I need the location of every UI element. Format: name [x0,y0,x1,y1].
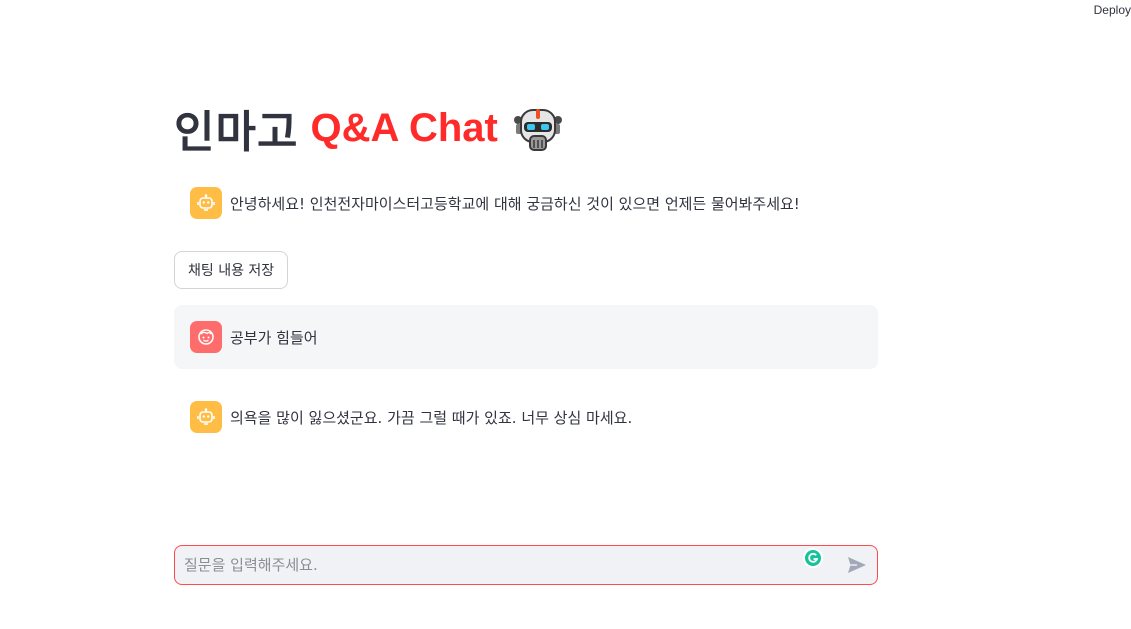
save-chat-button[interactable]: 채팅 내용 저장 [174,251,289,289]
chat-input-container [174,545,878,585]
message-text: 공부가 힘들어 [230,328,318,347]
page-title: 인마고 Q&A Chat [174,96,564,160]
grammarly-icon[interactable] [803,548,823,568]
page-title-accent: Q&A Chat [310,105,498,150]
chat-message-assistant: 의욕을 많이 잃으셨군요. 가끔 그럴 때가 있죠. 너무 상심 마세요. [174,393,878,441]
send-icon[interactable] [837,546,877,584]
message-text: 의욕을 많이 잃으셨군요. 가끔 그럴 때가 있죠. 너무 상심 마세요. [230,408,633,427]
bot-icon [190,401,222,433]
user-face-icon [190,321,222,353]
chat-message-user: 공부가 힘들어 [174,305,878,369]
robot-emoji-icon [513,109,562,151]
chat-input[interactable] [175,555,837,575]
chat-message-assistant: 안녕하세요! 인천전자마이스터고등학교에 대해 궁금하신 것이 있으면 언제든 … [174,179,878,227]
page-title-korean: 인마고 [174,107,299,158]
bot-icon [190,187,222,219]
deploy-button[interactable]: Deploy [1094,3,1131,17]
message-text: 안녕하세요! 인천전자마이스터고등학교에 대해 궁금하신 것이 있으면 언제든 … [230,194,800,213]
